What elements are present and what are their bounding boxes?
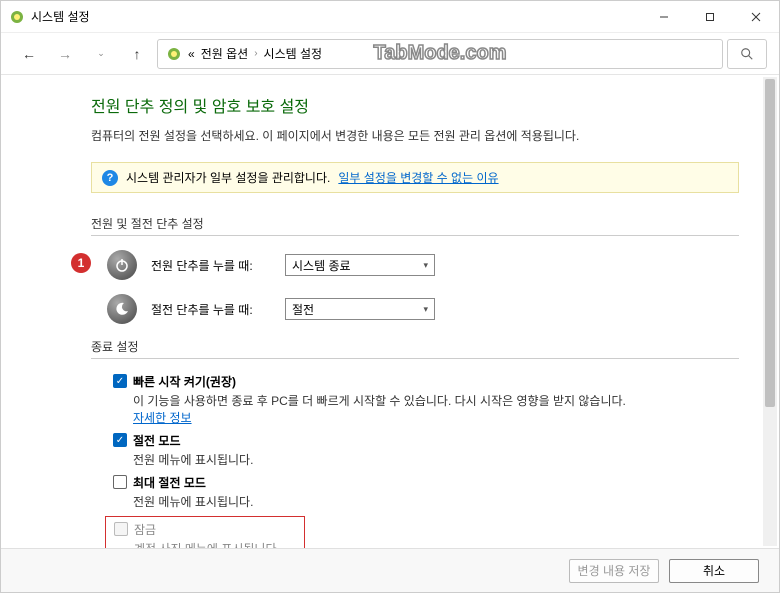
annotation-1: 1: [71, 253, 91, 273]
lock-item: 잠금: [106, 521, 298, 538]
window-controls: [641, 1, 779, 33]
breadcrumb-prefix: «: [188, 47, 195, 61]
fast-startup-link[interactable]: 자세한 정보: [133, 411, 192, 425]
back-button[interactable]: ←: [13, 38, 45, 70]
power-button-row: 전원 단추를 누를 때: 시스템 종료 ▾: [91, 250, 739, 280]
hibernate-desc: 전원 메뉴에 표시됩니다.: [91, 493, 739, 510]
power-dropdown-value: 시스템 종료: [292, 257, 351, 274]
vertical-scrollbar[interactable]: [763, 77, 777, 546]
admin-info-banner: ? 시스템 관리자가 일부 설정을 관리합니다. 일부 설정을 변경할 수 없는…: [91, 162, 739, 193]
minimize-button[interactable]: [641, 1, 687, 33]
window-frame: 시스템 설정 ← → ⌄ ↑ « 전원 옵션 › 시스템 설정 TabMo: [0, 0, 780, 593]
fast-startup-checkbox[interactable]: ✓: [113, 374, 127, 388]
power-button-label: 전원 단추를 누를 때:: [151, 257, 271, 274]
power-icon: [107, 250, 137, 280]
fast-startup-label: 빠른 시작 켜기(권장): [133, 375, 236, 389]
content-area: 전원 단추 정의 및 암호 보호 설정 컴퓨터의 전원 설정을 선택하세요. 이…: [1, 75, 779, 548]
banner-text: 시스템 관리자가 일부 설정을 관리합니다.: [126, 169, 330, 186]
power-button-dropdown[interactable]: 시스템 종료 ▾: [285, 254, 435, 276]
sleep-mode-label: 절전 모드: [133, 434, 181, 448]
sleep-icon: [107, 294, 137, 324]
sleep-dropdown-value: 절전: [292, 301, 314, 318]
sleep-mode-desc: 전원 메뉴에 표시됩니다.: [91, 451, 739, 468]
chevron-down-icon: ▾: [423, 260, 428, 271]
titlebar: 시스템 설정: [1, 1, 779, 33]
search-box[interactable]: [727, 39, 767, 69]
recent-dropdown[interactable]: ⌄: [85, 38, 117, 70]
sleep-button-dropdown[interactable]: 절전 ▾: [285, 298, 435, 320]
hibernate-checkbox[interactable]: [113, 475, 127, 489]
lock-checkbox: [114, 522, 128, 536]
window-title: 시스템 설정: [31, 8, 641, 25]
breadcrumb-icon: [166, 46, 182, 62]
breadcrumb[interactable]: « 전원 옵션 › 시스템 설정 TabMode.com: [157, 39, 723, 69]
banner-link[interactable]: 일부 설정을 변경할 수 없는 이유: [338, 169, 498, 186]
info-icon: ?: [102, 170, 118, 186]
forward-button[interactable]: →: [49, 38, 81, 70]
up-button[interactable]: ↑: [121, 38, 153, 70]
search-icon: [740, 47, 754, 61]
hibernate-item: 최대 절전 모드: [91, 474, 739, 491]
sleep-button-label: 절전 단추를 누를 때:: [151, 301, 271, 318]
lock-desc: 계정 사진 메뉴에 표시됩니다.: [106, 540, 298, 548]
fast-startup-desc: 이 기능을 사용하면 종료 후 PC를 더 빠르게 시작할 수 있습니다. 다시…: [91, 392, 739, 426]
page-title: 전원 단추 정의 및 암호 보호 설정: [91, 93, 739, 117]
breadcrumb-parent[interactable]: 전원 옵션: [201, 45, 249, 62]
lock-highlight-box: 잠금 계정 사진 메뉴에 표시됩니다.: [105, 516, 305, 548]
navbar: ← → ⌄ ↑ « 전원 옵션 › 시스템 설정 TabMode.com: [1, 33, 779, 75]
sleep-mode-checkbox[interactable]: ✓: [113, 433, 127, 447]
scrollbar-thumb[interactable]: [765, 79, 775, 407]
cancel-button[interactable]: 취소: [669, 559, 759, 583]
sleep-button-row: 절전 단추를 누를 때: 절전 ▾: [91, 294, 739, 324]
close-button[interactable]: [733, 1, 779, 33]
power-buttons-section-header: 전원 및 절전 단추 설정: [91, 215, 739, 236]
shutdown-section-header: 종료 설정: [91, 338, 739, 359]
hibernate-label: 최대 절전 모드: [133, 476, 206, 490]
breadcrumb-current[interactable]: 시스템 설정: [264, 45, 323, 62]
watermark: TabMode.com: [374, 42, 507, 65]
lock-label: 잠금: [134, 523, 156, 537]
page-description: 컴퓨터의 전원 설정을 선택하세요. 이 페이지에서 변경한 내용은 모든 전원…: [91, 127, 739, 144]
footer: 변경 내용 저장 취소: [1, 548, 779, 592]
app-icon: [9, 9, 25, 25]
sleep-mode-item: ✓ 절전 모드: [91, 432, 739, 449]
chevron-right-icon: ›: [254, 48, 257, 59]
chevron-down-icon: ▾: [423, 304, 428, 315]
fast-startup-item: ✓ 빠른 시작 켜기(권장): [91, 373, 739, 390]
maximize-button[interactable]: [687, 1, 733, 33]
save-button: 변경 내용 저장: [569, 559, 659, 583]
